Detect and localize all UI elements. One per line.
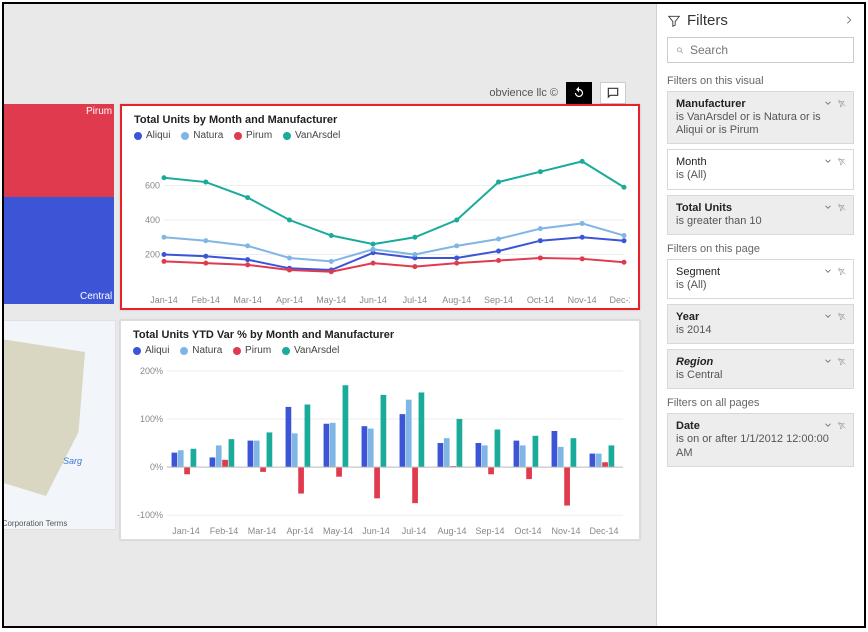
- clear-filter-icon[interactable]: [837, 98, 847, 111]
- filter-card-name: Month: [676, 156, 845, 168]
- filter-card-region[interactable]: Regionis Central: [667, 349, 854, 389]
- line-chart-visual[interactable]: Total Units by Month and Manufacturer Al…: [120, 104, 640, 310]
- filter-card-name: Segment: [676, 266, 845, 278]
- bar-chart-title: Total Units YTD Var % by Month and Manuf…: [133, 329, 627, 341]
- svg-text:Oct-14: Oct-14: [514, 526, 541, 536]
- chevron-down-icon[interactable]: [823, 98, 833, 111]
- line-chart-title: Total Units by Month and Manufacturer: [134, 114, 626, 126]
- svg-text:Jun-14: Jun-14: [362, 526, 390, 536]
- report-canvas: obvience llc © Pirum Central Sarg 2020 M…: [4, 4, 656, 626]
- filter-card-date[interactable]: Dateis on or after 1/1/2012 12:00:00 AM: [667, 413, 854, 466]
- svg-text:Aug-14: Aug-14: [442, 295, 471, 305]
- svg-text:Sep-14: Sep-14: [475, 526, 504, 536]
- svg-text:Dec-14: Dec-14: [609, 295, 630, 305]
- treemap-label-central: Central: [80, 291, 112, 302]
- filter-card-desc: is Central: [676, 369, 845, 382]
- line-chart-svg: 200 400 600 Jan-14 Feb-14 Mar-14 Apr-14 May-14 J…: [134, 147, 630, 307]
- bar-chart-visual[interactable]: Total Units YTD Var % by Month and Manuf…: [120, 320, 640, 540]
- svg-text:Jun-14: Jun-14: [359, 295, 387, 305]
- chevron-down-icon[interactable]: [823, 420, 833, 433]
- map-landmass: [4, 336, 85, 496]
- section-all-label: Filters on all pages: [667, 397, 854, 409]
- filter-card-name: Region: [676, 356, 845, 368]
- filter-card-desc: is VanArsdel or is Natura or is Aliqui o…: [676, 111, 845, 137]
- clear-filter-icon[interactable]: [837, 266, 847, 279]
- svg-text:Sep-14: Sep-14: [484, 295, 513, 305]
- svg-text:Feb-14: Feb-14: [192, 295, 221, 305]
- map-credit: 2020 Microsoft Corporation Terms: [4, 519, 67, 528]
- svg-text:600: 600: [145, 180, 160, 190]
- line-chart-legend: Aliqui Natura Pirum VanArsdel: [134, 130, 626, 143]
- filter-card-name: Manufacturer: [676, 98, 845, 110]
- filter-card-desc: is on or after 1/1/2012 12:00:00 AM: [676, 433, 845, 459]
- svg-text:May-14: May-14: [323, 526, 353, 536]
- svg-text:200: 200: [145, 249, 160, 259]
- funnel-icon: [667, 14, 681, 28]
- svg-text:Jul-14: Jul-14: [402, 526, 427, 536]
- filters-search-input[interactable]: [690, 43, 845, 57]
- chevron-down-icon[interactable]: [823, 356, 833, 369]
- clear-filter-icon[interactable]: [837, 420, 847, 433]
- section-visual-label: Filters on this visual: [667, 75, 854, 87]
- reset-icon[interactable]: [566, 82, 592, 104]
- filter-card-desc: is greater than 10: [676, 215, 845, 228]
- clear-filter-icon[interactable]: [837, 356, 847, 369]
- svg-text:Apr-14: Apr-14: [286, 526, 313, 536]
- filter-card-name: Date: [676, 420, 845, 432]
- filters-pane: Filters Filters on this visual Manufactu…: [656, 4, 864, 626]
- filter-card-desc: is (All): [676, 279, 845, 292]
- filter-card-month[interactable]: Monthis (All): [667, 149, 854, 189]
- search-icon: [676, 44, 684, 57]
- svg-text:Mar-14: Mar-14: [233, 295, 262, 305]
- svg-text:-100%: -100%: [137, 510, 163, 520]
- chevron-down-icon[interactable]: [823, 266, 833, 279]
- svg-text:100%: 100%: [140, 413, 163, 423]
- bar-chart-svg: -100% 0% 100% 200% Jan-14 Feb-14 Mar-14 Apr-14 M…: [133, 362, 629, 538]
- svg-text:May-14: May-14: [316, 295, 346, 305]
- svg-text:200%: 200%: [140, 365, 163, 375]
- filter-card-name: Year: [676, 311, 845, 323]
- filter-card-desc: is 2014: [676, 324, 845, 337]
- svg-text:0%: 0%: [150, 462, 163, 472]
- svg-text:Aug-14: Aug-14: [437, 526, 466, 536]
- filter-card-total-units[interactable]: Total Unitsis greater than 10: [667, 195, 854, 235]
- collapse-pane-icon[interactable]: [844, 12, 854, 29]
- svg-text:Jan-14: Jan-14: [150, 295, 178, 305]
- chevron-down-icon[interactable]: [823, 311, 833, 324]
- svg-text:Mar-14: Mar-14: [248, 526, 277, 536]
- map-visual[interactable]: Sarg 2020 Microsoft Corporation Terms: [4, 320, 116, 530]
- treemap-visual[interactable]: Pirum Central: [4, 104, 114, 304]
- filter-card-manufacturer[interactable]: Manufactureris VanArsdel or is Natura or…: [667, 91, 854, 144]
- watermark-text: obvience llc ©: [489, 87, 558, 99]
- map-sea-label: Sarg: [63, 456, 82, 466]
- filter-card-year[interactable]: Yearis 2014: [667, 304, 854, 344]
- chevron-down-icon[interactable]: [823, 202, 833, 215]
- svg-text:Apr-14: Apr-14: [276, 295, 303, 305]
- svg-text:Dec-14: Dec-14: [589, 526, 618, 536]
- section-page-label: Filters on this page: [667, 243, 854, 255]
- clear-filter-icon[interactable]: [837, 311, 847, 324]
- svg-text:Jan-14: Jan-14: [172, 526, 200, 536]
- filter-card-desc: is (All): [676, 169, 845, 182]
- filter-card-segment[interactable]: Segmentis (All): [667, 259, 854, 299]
- svg-text:Nov-14: Nov-14: [551, 526, 580, 536]
- bar-chart-legend: Aliqui Natura Pirum VanArsdel: [133, 345, 627, 358]
- treemap-label-pirum: Pirum: [86, 106, 112, 117]
- comment-icon[interactable]: [600, 82, 626, 104]
- svg-text:400: 400: [145, 215, 160, 225]
- filters-search[interactable]: [667, 37, 854, 63]
- svg-text:Jul-14: Jul-14: [403, 295, 428, 305]
- svg-text:Feb-14: Feb-14: [210, 526, 239, 536]
- clear-filter-icon[interactable]: [837, 156, 847, 169]
- chevron-down-icon[interactable]: [823, 156, 833, 169]
- svg-text:Oct-14: Oct-14: [527, 295, 554, 305]
- filter-card-name: Total Units: [676, 202, 845, 214]
- filters-pane-title: Filters: [687, 12, 728, 29]
- clear-filter-icon[interactable]: [837, 202, 847, 215]
- svg-text:Nov-14: Nov-14: [568, 295, 597, 305]
